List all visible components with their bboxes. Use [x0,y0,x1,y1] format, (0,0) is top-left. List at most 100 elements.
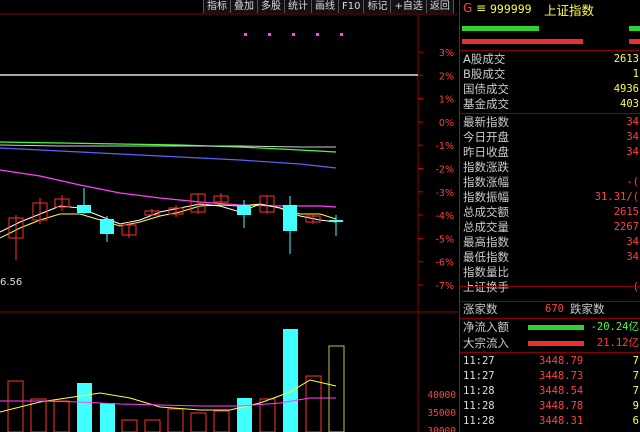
stat-row: 指数涨跌 [460,160,640,175]
stat-value: 34 [626,131,639,143]
stat-label: 总成交额 [463,205,509,219]
sell-ratio-bar-right [629,39,640,44]
percent-tick-label: 3% [439,48,454,59]
volume-bar [77,383,92,432]
stat-row: 上证换手 ( [460,280,640,295]
candle [100,219,114,234]
stat-value: 34 [626,251,639,263]
stat-label: 昨日收盘 [463,145,509,159]
stat-label: 总成交量 [463,220,509,234]
buy-ratio-bar [462,26,539,31]
tick-vol: 9 [632,400,639,412]
stat-row: A股成交 2613 [460,52,640,67]
percent-tick-label: -4% [436,211,455,222]
tick-price: 3448.78 [539,400,584,412]
stat-label: 指数量比 [463,265,509,279]
candle [283,205,297,231]
block-inflow-label: 大宗流入 [463,336,509,350]
stat-value: 2613 [613,53,639,65]
toolbar-f10-button[interactable]: F10 [338,0,365,13]
volume-bar [100,403,115,432]
stat-value: ( [632,281,639,293]
stat-label: 最高指数 [463,235,509,249]
ma20-line [0,147,337,169]
up-count-label: 涨家数 [463,302,498,316]
stat-row: 今日开盘 34 [460,130,640,145]
stat-value: 4936 [613,83,639,95]
volume-axis: 40000 35000 30000 [427,390,456,432]
tick-time: 11:28 [463,385,495,397]
toolbar-stats-button[interactable]: 统计 [284,0,312,13]
kline-chart[interactable]: 3% 2% 1% 0% -1% -2% -3% -4% -5% -6% -7% 40000 35000… [0,13,458,432]
stat-row: 最新指数 34 [460,115,640,130]
stat-label: 指数涨跌 [463,160,509,174]
percent-tick-label: 2% [439,71,454,82]
percent-tick-label: 0% [439,118,454,129]
toolbar-draw-line-button[interactable]: 画线 [311,0,339,13]
tick-time: 11:27 [463,355,495,367]
volume-bar [167,408,184,432]
down-count-label: 跌家数 [570,302,605,316]
percent-tick-label: -1% [436,141,455,152]
tick-vol: 7 [632,355,639,367]
stat-value: 2267 [613,221,639,233]
toolbar-back-button[interactable]: 返回 [425,0,454,13]
candle [237,206,251,215]
stat-label: 基金成交 [463,97,509,111]
net-inflow-value: -20.24亿 [590,321,639,333]
candles [8,188,343,260]
tick-vol: 7 [632,370,639,382]
quote-panel: G ≡ 999999 上证指数 A股成交 2613 B股成交 1 国债成交 4936 基金成… [459,0,640,432]
toolbar-indicator-button[interactable]: 指标 [203,0,231,13]
ma10-line [0,169,337,208]
percent-tick-label: -7% [436,281,455,292]
tick-time: 11:28 [463,400,495,412]
menu-icon[interactable]: ≡ [476,1,486,15]
tick-time: 11:27 [463,370,495,382]
percent-tick-label: -6% [436,258,455,269]
stat-value: 403 [620,98,639,110]
block-inflow-value: 21.12亿 [596,337,639,349]
stat-row: 基金成交 403 [460,97,640,112]
tick-price: 3448.79 [539,355,584,367]
percent-tick-label: -3% [436,188,455,199]
volume-bars [7,329,345,432]
up-count-value: 670 [545,303,564,315]
volume-bar [213,410,230,432]
volume-tick-label: 30000 [427,426,456,432]
stat-label: A股成交 [463,52,506,66]
stat-value: 34 [626,116,639,128]
percent-tick-label: -5% [436,234,455,245]
stat-value: 1 [632,68,639,80]
stat-row: 指数涨幅 -( [460,175,640,190]
buy-ratio-bar-right [629,26,640,31]
net-inflow-label: 净流入额 [463,320,509,334]
chart-toolbar: 指标 叠加 多股 统计 画线 F10 标记 +自选 返回 [203,0,454,13]
stock-code: 999999 [490,2,532,16]
net-inflow-bar [528,325,584,330]
volume-bar [237,398,252,432]
stat-label: 指数涨幅 [463,175,509,189]
percent-tick-label: 1% [439,95,454,106]
volume-tick-label: 40000 [427,390,456,401]
stat-row: 最低指数 34 [460,250,640,265]
block-inflow-row: 大宗流入 21.12亿 [460,336,640,351]
stat-label: 今日开盘 [463,130,509,144]
stat-row: 最高指数 34 [460,235,640,250]
stat-value: -( [626,176,639,188]
tick-vol: 7 [632,385,639,397]
tick-price: 3448.54 [539,385,584,397]
toolbar-add-watchlist-button[interactable]: +自选 [390,0,427,13]
volume-bar [190,412,207,432]
percent-tick-label: -2% [436,165,455,176]
volume-bar [121,419,138,432]
stat-label: 最新指数 [463,115,509,129]
stat-row: 昨日收盘 34 [460,145,640,160]
stat-label: 国债成交 [463,82,509,96]
tick-vol: 6 [632,415,639,427]
toolbar-mark-button[interactable]: 标记 [363,0,392,13]
toolbar-overlay-button[interactable]: 叠加 [230,0,258,13]
tick-time: 11:28 [463,415,495,427]
toolbar-multi-stock-button[interactable]: 多股 [257,0,285,13]
tick-price: 3448.73 [539,370,584,382]
